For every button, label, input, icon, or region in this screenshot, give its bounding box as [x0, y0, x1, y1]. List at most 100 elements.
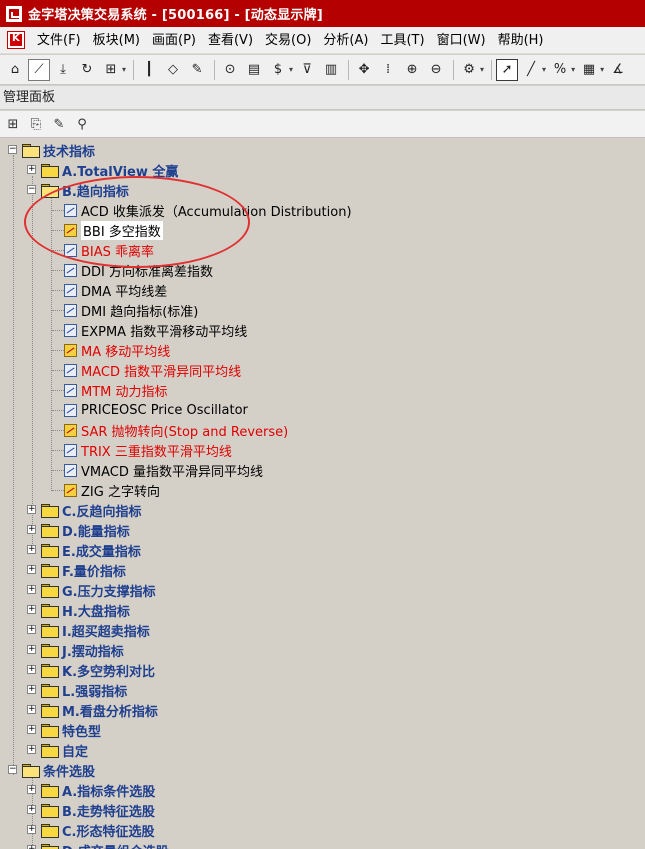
- tree-leaf-indicator[interactable]: BBI 多空指数: [0, 220, 163, 240]
- gear-icon[interactable]: ⚙: [458, 59, 480, 81]
- expand-icon[interactable]: +: [27, 165, 36, 174]
- expand-icon[interactable]: +: [27, 845, 36, 849]
- vertical-split-icon[interactable]: ⁞: [377, 59, 399, 81]
- zoom-out-icon[interactable]: ⊖: [425, 59, 447, 81]
- tree-node-category[interactable]: + I.超买超卖指标: [0, 620, 150, 640]
- tree-node-category[interactable]: + G.压力支撑指标: [0, 580, 156, 600]
- tree-leaf-indicator[interactable]: BIAS 乖离率: [0, 240, 154, 260]
- channel-icon[interactable]: ▦: [578, 59, 600, 81]
- menu-trade[interactable]: 交易(O): [259, 27, 317, 54]
- add-icon[interactable]: ⊞: [3, 114, 23, 134]
- tree-leaf-indicator[interactable]: MACD 指数平滑异同平均线: [0, 360, 241, 380]
- chevron-down-icon[interactable]: ▾: [289, 65, 293, 74]
- app-menu-icon[interactable]: [7, 31, 25, 49]
- menu-view-page[interactable]: 画面(P): [146, 27, 202, 54]
- chevron-down-icon[interactable]: ▾: [542, 65, 546, 74]
- filter-icon[interactable]: ⊽: [296, 59, 318, 81]
- expand-icon[interactable]: +: [27, 745, 36, 754]
- expand-icon[interactable]: +: [27, 585, 36, 594]
- tree-node-category[interactable]: + K.多空势利对比: [0, 660, 155, 680]
- tree-node-category[interactable]: + J.摆动指标: [0, 640, 124, 660]
- expand-icon[interactable]: +: [27, 705, 36, 714]
- expand-icon[interactable]: +: [27, 685, 36, 694]
- collapse-icon[interactable]: −: [8, 145, 17, 154]
- tree-node-category[interactable]: + A.指标条件选股: [0, 780, 155, 800]
- percent-icon[interactable]: %: [549, 59, 571, 81]
- menu-file[interactable]: 文件(F): [31, 27, 87, 54]
- expand-icon[interactable]: +: [27, 625, 36, 634]
- tree-node-trend-indicators[interactable]: − B.趋向指标: [0, 180, 129, 200]
- tree-root-stock-selection[interactable]: − 条件选股: [0, 760, 95, 780]
- expand-icon[interactable]: +: [27, 505, 36, 514]
- tree-leaf-indicator[interactable]: SAR 抛物转向(Stop and Reverse): [0, 420, 288, 440]
- expand-icon[interactable]: +: [27, 545, 36, 554]
- menu-help[interactable]: 帮助(H): [492, 27, 550, 54]
- tree-node-category[interactable]: + D.能量指标: [0, 520, 130, 540]
- expand-icon[interactable]: +: [27, 825, 36, 834]
- tree-root-technical-indicators[interactable]: − 技术指标: [0, 140, 95, 160]
- move-icon[interactable]: ✥: [353, 59, 375, 81]
- menu-sector[interactable]: 板块(M): [87, 27, 146, 54]
- edit-icon[interactable]: ✎: [186, 59, 208, 81]
- home-icon[interactable]: ⌂: [4, 59, 26, 81]
- tree-leaf-indicator[interactable]: MA 移动平均线: [0, 340, 170, 360]
- tree-node-category[interactable]: + 自定: [0, 740, 88, 760]
- document-icon[interactable]: ▤: [243, 59, 265, 81]
- expand-icon[interactable]: +: [27, 805, 36, 814]
- new-file-icon[interactable]: ⎘: [26, 114, 46, 134]
- expand-icon[interactable]: +: [27, 725, 36, 734]
- chevron-down-icon[interactable]: ▾: [122, 65, 126, 74]
- expand-icon[interactable]: +: [27, 665, 36, 674]
- menu-window[interactable]: 窗口(W): [431, 27, 492, 54]
- collapse-icon[interactable]: −: [8, 765, 17, 774]
- dollar-icon[interactable]: $: [267, 59, 289, 81]
- chevron-down-icon[interactable]: ▾: [571, 65, 575, 74]
- expand-icon[interactable]: +: [27, 565, 36, 574]
- expand-icon[interactable]: +: [27, 645, 36, 654]
- tree-node-category[interactable]: + H.大盘指标: [0, 600, 130, 620]
- expand-icon[interactable]: +: [27, 525, 36, 534]
- tree-leaf-indicator[interactable]: TRIX 三重指数平滑平均线: [0, 440, 232, 460]
- tree-node-category[interactable]: + E.成交量指标: [0, 540, 141, 560]
- refresh-icon[interactable]: ↻: [76, 59, 98, 81]
- tree-leaf-indicator[interactable]: PRICEOSC Price Oscillator: [0, 400, 248, 420]
- tree-node-category[interactable]: + M.看盘分析指标: [0, 700, 158, 720]
- expand-icon[interactable]: +: [27, 605, 36, 614]
- tree-leaf-indicator[interactable]: DMA 平均线差: [0, 280, 167, 300]
- download-icon[interactable]: ⤓: [52, 59, 74, 81]
- candlestick-icon[interactable]: ┃: [138, 59, 160, 81]
- menu-analysis[interactable]: 分析(A): [317, 27, 374, 54]
- zoom-in-icon[interactable]: ⊕: [401, 59, 423, 81]
- tree-node-totalview[interactable]: + A.TotalView 全赢: [0, 160, 178, 180]
- tree-leaf-indicator[interactable]: ZIG 之字转向: [0, 480, 160, 500]
- menu-tools[interactable]: 工具(T): [374, 27, 430, 54]
- tree-node-category[interactable]: + C.形态特征选股: [0, 820, 154, 840]
- chevron-down-icon[interactable]: ▾: [600, 65, 604, 74]
- search-icon[interactable]: ⚲: [72, 114, 92, 134]
- chevron-down-icon[interactable]: ▾: [480, 65, 484, 74]
- angle-icon[interactable]: ∡: [607, 59, 629, 81]
- tree-node-category[interactable]: + L.强弱指标: [0, 680, 127, 700]
- expand-icon[interactable]: +: [27, 785, 36, 794]
- menu-view[interactable]: 查看(V): [202, 27, 259, 54]
- grid-icon[interactable]: ⊞: [100, 59, 122, 81]
- tree-leaf-indicator[interactable]: VMACD 量指数平滑异同平均线: [0, 460, 263, 480]
- edit-icon[interactable]: ✎: [49, 114, 69, 134]
- line-icon[interactable]: ╱: [520, 59, 542, 81]
- collapse-icon[interactable]: −: [27, 185, 36, 194]
- tree-node-category[interactable]: + C.反趋向指标: [0, 500, 141, 520]
- tree-node-category[interactable]: + 特色型: [0, 720, 101, 740]
- chart-bars-icon[interactable]: ▥: [320, 59, 342, 81]
- cursor-icon[interactable]: ➚: [496, 58, 519, 81]
- tree-leaf-indicator[interactable]: EXPMA 指数平滑移动平均线: [0, 320, 247, 340]
- tree-leaf-indicator[interactable]: ACD 收集派发（Accumulation Distribution): [0, 200, 352, 220]
- ruler-icon[interactable]: ⟋: [28, 58, 50, 81]
- tree-node-category[interactable]: + D.成交量组合选股: [0, 840, 169, 849]
- tree-leaf-indicator[interactable]: MTM 动力指标: [0, 380, 168, 400]
- alert-icon[interactable]: ◇: [162, 59, 184, 81]
- tree-node-category[interactable]: + B.走势特征选股: [0, 800, 155, 820]
- tree-leaf-indicator[interactable]: DMI 趋向指标(标准): [0, 300, 198, 320]
- tree-leaf-indicator[interactable]: DDI 方向标准离差指数: [0, 260, 213, 280]
- tree-node-category[interactable]: + F.量价指标: [0, 560, 126, 580]
- play-icon[interactable]: ⊙: [219, 59, 241, 81]
